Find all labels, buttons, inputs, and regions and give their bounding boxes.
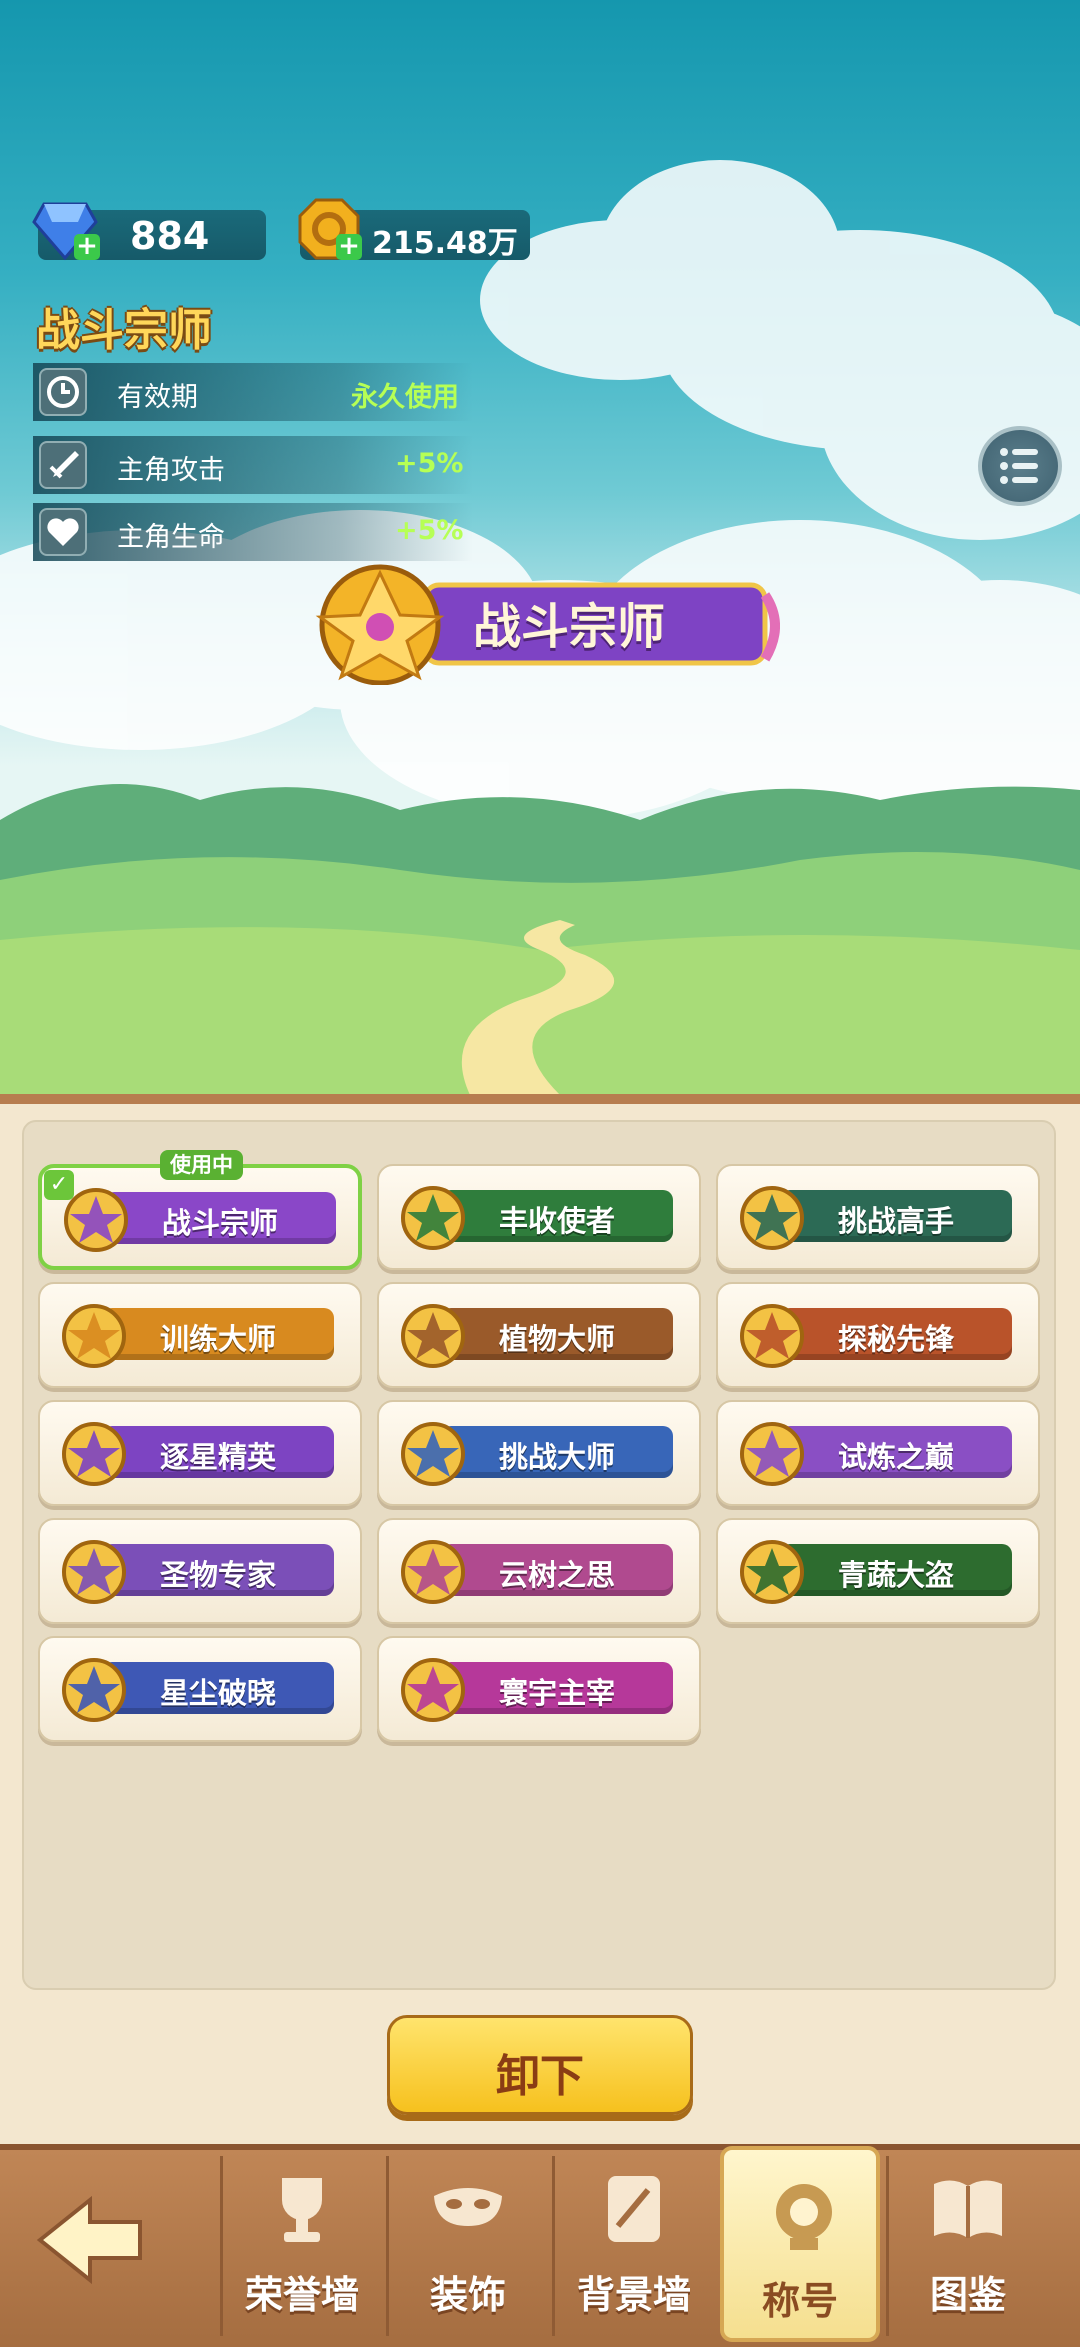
nav-item-honor-wall[interactable]: 荣誉墙	[222, 2144, 382, 2347]
title-tile-label: 试炼之巅	[837, 1440, 954, 1474]
nav-item-background-wall[interactable]: 背景墙	[554, 2144, 714, 2347]
title-emblem-icon	[740, 1540, 804, 1604]
title-emblem-icon	[62, 1422, 126, 1486]
medal-icon	[776, 2184, 832, 2250]
title-tile-label: 植物大师	[498, 1322, 615, 1356]
nav-item-decoration[interactable]: 装饰	[388, 2144, 548, 2347]
nav-label: 装饰	[429, 2273, 506, 2317]
nav-label: 背景墙	[576, 2273, 691, 2317]
list-icon	[1000, 448, 1038, 484]
add-gems-button[interactable]: +	[74, 233, 100, 260]
title-tile-label: 挑战大师	[498, 1440, 615, 1474]
picture-icon	[608, 2176, 660, 2242]
badge-title-text: 战斗宗师	[473, 599, 666, 655]
stat-attack: 主角攻击 +5%	[33, 436, 473, 494]
gem-amount: 884	[130, 214, 210, 258]
title-ribbon: 圣物专家	[102, 1544, 334, 1596]
title-emblem-icon	[401, 1658, 465, 1722]
title-emblem-icon	[62, 1304, 126, 1368]
title-emblem-icon	[401, 1304, 465, 1368]
title-tile[interactable]: 寰宇主宰	[377, 1636, 701, 1742]
title-tile[interactable]: 逐星精英	[38, 1400, 362, 1506]
title-tile-label: 逐星精英	[159, 1440, 276, 1474]
stat-value: 永久使用	[351, 382, 459, 413]
title-ribbon: 丰收使者	[441, 1190, 673, 1242]
title-tile-label: 探秘先锋	[837, 1322, 954, 1356]
title-tile-label: 训练大师	[159, 1322, 276, 1356]
title-tile[interactable]: 战斗宗师 ✓ 使用中	[38, 1150, 362, 1270]
title-tile[interactable]: 云树之思	[377, 1518, 701, 1624]
title-ribbon: 战斗宗师	[104, 1192, 336, 1244]
stat-label: 主角攻击	[117, 455, 225, 486]
title-ribbon: 探秘先锋	[780, 1308, 1012, 1360]
title-tile[interactable]: 青蔬大盗	[716, 1518, 1040, 1624]
title-ribbon: 寰宇主宰	[441, 1662, 673, 1714]
stat-health: 主角生命 +5%	[33, 503, 473, 561]
title-emblem-icon	[62, 1658, 126, 1722]
title-tile-label: 云树之思	[498, 1558, 615, 1592]
title-tile[interactable]: 训练大师	[38, 1282, 362, 1388]
title-tile[interactable]: 丰收使者	[377, 1164, 701, 1270]
title-tile-label: 战斗宗师	[161, 1206, 278, 1240]
nav-label: 称号	[761, 2279, 838, 2323]
title-tile-label: 青蔬大盗	[837, 1558, 954, 1592]
title-ribbon: 云树之思	[441, 1544, 673, 1596]
title-ribbon: 星尘破晓	[102, 1662, 334, 1714]
title-tile[interactable]: 探秘先锋	[716, 1282, 1040, 1388]
mask-icon	[434, 2188, 502, 2226]
title-ribbon: 青蔬大盗	[780, 1544, 1012, 1596]
title-emblem-icon	[740, 1304, 804, 1368]
title-ribbon: 植物大师	[441, 1308, 673, 1360]
nav-label: 荣誉墙	[244, 2273, 359, 2317]
list-menu-button[interactable]	[978, 426, 1062, 506]
title-tile[interactable]: 挑战高手	[716, 1164, 1040, 1270]
title-ribbon: 挑战大师	[441, 1426, 673, 1478]
title-ribbon: 挑战高手	[780, 1190, 1012, 1242]
clock-icon	[39, 368, 87, 416]
title-emblem-icon	[401, 1422, 465, 1486]
title-tile-label: 挑战高手	[837, 1204, 954, 1238]
nav-item-titles[interactable]: 称号	[720, 2146, 880, 2342]
title-tile[interactable]: 挑战大师	[377, 1400, 701, 1506]
title-tile[interactable]: 星尘破晓	[38, 1636, 362, 1742]
title-tile[interactable]: 试炼之巅	[716, 1400, 1040, 1506]
title-badge-large: 战斗宗师	[295, 555, 780, 685]
sword-icon	[39, 441, 87, 489]
book-icon	[934, 2180, 1002, 2238]
trophy-icon	[282, 2178, 322, 2242]
title-tile-label: 圣物专家	[159, 1558, 276, 1592]
nav-item-collection[interactable]: 图鉴	[888, 2144, 1048, 2347]
title-tile[interactable]: 圣物专家	[38, 1518, 362, 1624]
stat-label: 有效期	[117, 382, 198, 413]
check-icon: ✓	[44, 1170, 74, 1200]
selected-title-name: 战斗宗师	[36, 305, 212, 356]
nav-label: 图鉴	[929, 2273, 1006, 2317]
stat-value: +5%	[395, 448, 464, 479]
add-coins-button[interactable]: +	[336, 233, 362, 260]
title-tile[interactable]: 植物大师	[377, 1282, 701, 1388]
unequip-label: 卸下	[496, 2051, 584, 2102]
title-emblem-icon	[740, 1422, 804, 1486]
title-emblem-icon	[401, 1186, 465, 1250]
title-emblem-icon	[740, 1186, 804, 1250]
stat-value: +5%	[395, 515, 464, 546]
title-ribbon: 逐星精英	[102, 1426, 334, 1478]
coin-amount: 215.48万	[372, 226, 518, 261]
title-ribbon: 试炼之巅	[780, 1426, 1012, 1478]
heart-icon	[39, 508, 87, 556]
unequip-button[interactable]: 卸下	[387, 2015, 693, 2115]
title-tile-label: 寰宇主宰	[498, 1676, 615, 1710]
title-emblem-icon	[401, 1540, 465, 1604]
title-tile-label: 星尘破晓	[159, 1676, 276, 1710]
back-arrow-icon[interactable]	[30, 2190, 150, 2290]
title-tile-label: 丰收使者	[498, 1204, 615, 1238]
in-use-badge: 使用中	[160, 1150, 243, 1180]
title-emblem-icon	[62, 1540, 126, 1604]
stat-label: 主角生命	[117, 522, 225, 553]
title-ribbon: 训练大师	[102, 1308, 334, 1360]
stat-validity: 有效期 永久使用	[33, 363, 473, 421]
